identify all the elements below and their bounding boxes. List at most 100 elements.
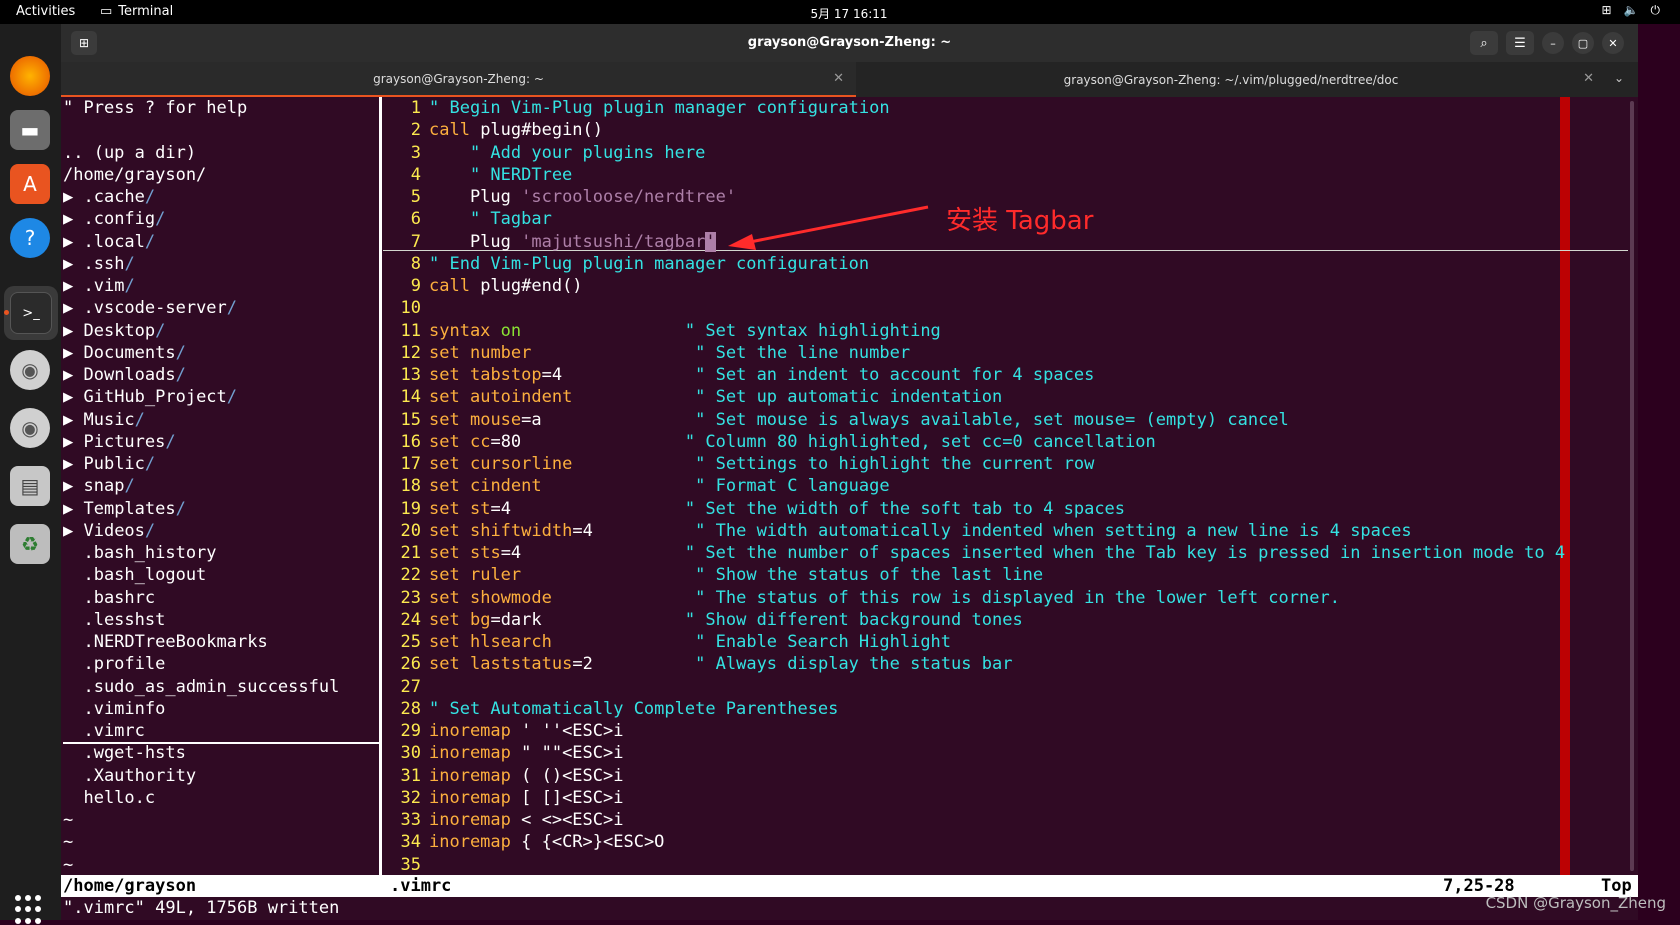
files-icon[interactable]: ▬ [10,110,50,150]
code-line[interactable]: " NERDTree [429,164,572,186]
tree-entry[interactable]: ▶ Documents/ [63,342,186,364]
code-line[interactable]: set laststatus=2 " Always display the st… [429,653,1012,675]
code-line[interactable]: set mouse=a " Set mouse is always availa… [429,409,1289,431]
show-apps-icon[interactable] [15,895,45,925]
code-line[interactable]: set cc=80 " Column 80 highlighted, set c… [429,431,1156,453]
code-line[interactable]: inoremap " ""<ESC>i [429,742,623,764]
help-icon[interactable]: ? [10,218,50,258]
code-line[interactable]: call plug#begin() [429,119,603,141]
code-line[interactable]: set ruler " Show the status of the last … [429,564,1043,586]
tree-dir-name[interactable]: snap [83,476,124,496]
code-line[interactable]: Plug 'majutsushi/tagbar' [429,231,716,253]
code-line[interactable]: set st=4 " Set the width of the soft tab… [429,498,1125,520]
tree-entry[interactable]: .bash_logout [63,564,206,586]
system-tray[interactable]: ⊞ 🔈 ⏻ [1601,3,1660,18]
tree-dir-name[interactable]: GitHub_Project [83,387,226,407]
tree-dir-name[interactable]: Documents [83,343,175,363]
code-line[interactable]: " End Vim-Plug plugin manager configurat… [429,253,869,275]
code-line[interactable]: set number " Set the line number [429,342,910,364]
tree-entry[interactable]: ▶ .ssh/ [63,253,135,275]
software-center-icon[interactable]: A [10,164,50,204]
tree-dir-name[interactable]: .vim [83,276,124,296]
code-line[interactable]: set bg=dark " Show different background … [429,609,1023,631]
vertical-split-divider[interactable] [379,97,382,875]
tree-entry[interactable]: .NERDTreeBookmarks [63,631,267,653]
tree-dir-name[interactable]: .vscode-server [83,298,226,318]
chevron-down-icon[interactable]: ⌄ [1614,71,1624,85]
tree-entry[interactable]: ▶ Public/ [63,453,155,475]
tree-entry[interactable]: .bash_history [63,542,216,564]
tree-dir-name[interactable]: Templates [83,499,175,519]
minimize-icon[interactable]: – [1542,32,1564,54]
close-icon[interactable]: ✕ [1602,32,1624,54]
code-line[interactable]: set showmode " The status of this row is… [429,587,1340,609]
terminal-app-icon[interactable]: >_ [10,292,52,334]
scrollbar[interactable] [1630,101,1634,871]
code-line[interactable]: call plug#end() [429,275,583,297]
tree-entry[interactable]: .wget-hsts [63,742,185,764]
code-line[interactable]: set cursorline " Settings to highlight t… [429,453,1094,475]
code-line[interactable]: " Add your plugins here [429,142,705,164]
tree-dir-name[interactable]: .ssh [83,254,124,274]
code-line[interactable]: Plug 'scrooloose/nerdtree' [429,186,736,208]
tree-entry[interactable]: /home/grayson/ [63,164,206,186]
tree-entry[interactable]: .lesshst [63,609,165,631]
code-line[interactable]: inoremap ( ()<ESC>i [429,765,623,787]
tree-entry[interactable]: hello.c [63,787,155,809]
code-line[interactable]: set autoindent " Set up automatic indent… [429,386,1002,408]
code-line[interactable]: set shiftwidth=4 " The width automatical… [429,520,1412,542]
code-line[interactable]: inoremap [ []<ESC>i [429,787,623,809]
tree-dir-name[interactable]: Public [83,454,144,474]
tree-entry[interactable]: ▶ Desktop/ [63,320,165,342]
close-tab-icon[interactable]: ✕ [1583,71,1594,86]
tree-dir-name[interactable]: Downloads [83,365,175,385]
tree-entry[interactable]: ▶ Downloads/ [63,364,186,386]
maximize-icon[interactable]: ▢ [1572,32,1594,54]
tree-entry[interactable]: .profile [63,653,165,675]
nerdtree-panel[interactable]: " Press ? for help .. (up a dir)/home/gra… [61,97,379,875]
code-line[interactable]: syntax on " Set syntax highlighting [429,320,941,342]
tab-nerdtree-doc[interactable]: grayson@Grayson-Zheng: ~/.vim/plugged/ne… [856,62,1606,97]
menu-icon[interactable]: ☰ [1506,31,1534,55]
tree-dir-name[interactable]: Desktop [83,321,155,341]
tree-dir-name[interactable]: .local [83,232,144,252]
code-line[interactable]: set cindent " Format C language [429,475,890,497]
code-line[interactable]: " Set Automatically Complete Parentheses [429,698,838,720]
tree-dir-name[interactable]: .config [83,209,155,229]
tree-entry[interactable]: ▶ .local/ [63,231,155,253]
tree-dir-name[interactable]: Music [83,410,134,430]
tree-dir-name[interactable]: Pictures [83,432,165,452]
tree-entry[interactable]: .Xauthority [63,765,196,787]
code-line[interactable]: inoremap < <><ESC>i [429,809,623,831]
trash-icon[interactable]: ♻ [10,524,50,564]
code-line[interactable]: inoremap { {<CR>}<ESC>O [429,831,664,853]
tree-dir-name[interactable]: .cache [83,187,144,207]
tree-entry[interactable]: ▶ .config/ [63,208,165,230]
search-icon[interactable]: ⌕ [1470,31,1498,55]
clock[interactable]: 5月 17 16:11 [0,5,1680,22]
tree-entry[interactable]: ▶ .vim/ [63,275,135,297]
tree-entry[interactable]: .vimrc [63,720,379,744]
tree-entry[interactable]: ▶ .cache/ [63,186,155,208]
firefox-icon[interactable] [10,56,50,96]
tree-entry[interactable]: .. (up a dir) [63,142,196,164]
tree-entry[interactable]: .viminfo [63,698,165,720]
code-line[interactable]: " Begin Vim-Plug plugin manager configur… [429,97,890,119]
tree-entry[interactable]: ▶ GitHub_Project/ [63,386,237,408]
disc-icon-2[interactable]: ◉ [10,408,50,448]
terminal-content[interactable]: " Press ? for help.. (up a dir)/home/gra… [61,97,1638,920]
tree-entry[interactable]: ▶ .vscode-server/ [63,297,237,319]
code-line[interactable]: inoremap ' ''<ESC>i [429,720,623,742]
tree-entry[interactable]: ▶ Videos/ [63,520,155,542]
disk-drive-icon[interactable]: ▤ [10,466,50,506]
code-line[interactable]: set tabstop=4 " Set an indent to account… [429,364,1094,386]
close-tab-icon[interactable]: ✕ [833,71,844,86]
tree-entry[interactable]: .bashrc [63,587,155,609]
tree-entry[interactable]: .sudo_as_admin_successful [63,676,339,698]
tree-entry[interactable]: ▶ Pictures/ [63,431,176,453]
tab-home[interactable]: grayson@Grayson-Zheng: ~ ✕ [61,62,856,97]
tree-dir-name[interactable]: Videos [83,521,144,541]
tree-entry[interactable]: ▶ snap/ [63,475,135,497]
tree-entry[interactable]: ▶ Templates/ [63,498,186,520]
tree-entry[interactable]: ▶ Music/ [63,409,145,431]
